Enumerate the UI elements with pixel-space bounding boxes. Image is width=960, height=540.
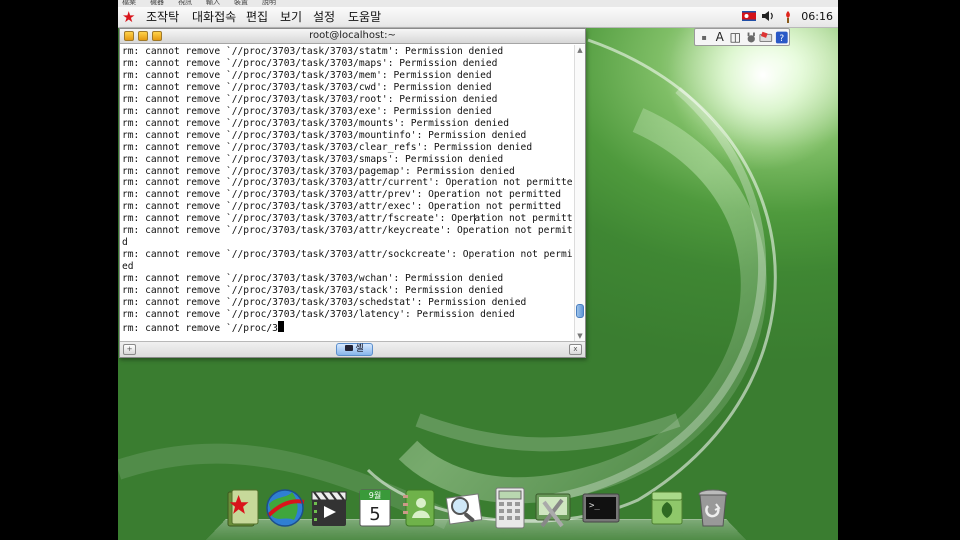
menu-console[interactable]: 조작탁 <box>146 9 179 25</box>
terminal-line: rm: cannot remove `//proc/3703/task/3703… <box>122 249 573 261</box>
terminal-line: rm: cannot remove `//proc/3703/task/3703… <box>122 154 573 166</box>
terminal-line: rm: cannot remove `//proc/3703/task/3703… <box>122 166 573 178</box>
terminal-line: rm: cannot remove `//proc/3703/task/3703… <box>122 273 573 285</box>
menu-session[interactable]: 대화접속 <box>192 9 236 25</box>
terminal-line: rm: cannot remove `//proc/3703/task/3703… <box>122 297 573 309</box>
host-menu-item[interactable]: 視訊 <box>178 0 192 7</box>
vertical-scrollbar[interactable]: ▲ ▼ <box>574 45 585 341</box>
package-manager-icon[interactable] <box>646 486 688 530</box>
host-menu-item[interactable]: 說明 <box>262 0 276 7</box>
terminal-icon[interactable]: >_ <box>580 486 622 530</box>
ime-letter-button[interactable]: A <box>713 30 728 45</box>
terminal-line: rm: cannot remove `//proc/3703/task/3703… <box>122 177 573 189</box>
toolbar-handle-icon[interactable]: ▪ <box>697 30 712 45</box>
host-menu-item[interactable]: 輸入 <box>206 0 220 7</box>
video-player-icon[interactable] <box>308 486 350 530</box>
clock[interactable]: 06:16 <box>801 10 833 24</box>
terminal-line: rm: cannot remove `//proc/3703/task/3703… <box>122 225 573 237</box>
image-viewer-icon[interactable] <box>442 486 484 530</box>
terminal-title-bar[interactable]: root@localhost:~ <box>120 29 585 44</box>
terminal-output[interactable]: rm: cannot remove `//proc/3703/task/3703… <box>122 46 573 340</box>
terminal-line: rm: cannot remove `//proc/3703/task/3703… <box>122 70 573 82</box>
terminal-line: rm: cannot remove `//proc/3703/task/3703… <box>122 285 573 297</box>
input-method-toolbar: ▪ A ◫ ? <box>694 28 790 46</box>
ime-punctuation-icon[interactable] <box>744 30 759 45</box>
terminal-line: rm: cannot remove `//proc/3703/task/3703… <box>122 106 573 118</box>
terminal-line: rm: cannot remove `//proc/3 <box>122 321 573 335</box>
calendar-icon[interactable]: 9월 5 <box>354 486 396 530</box>
terminal-line: rm: cannot remove `//proc/3703/task/3703… <box>122 46 573 58</box>
menu-view[interactable]: 보기 <box>280 9 302 25</box>
scroll-up-icon[interactable]: ▲ <box>575 45 585 55</box>
desktop: 檔案 機器 視訊 輸入 裝置 說明 ★ 조작탁 대화접속 편집 보기 설정 도움… <box>118 0 838 540</box>
svg-text:?: ? <box>779 34 784 44</box>
terminal-tab-icon <box>345 345 353 351</box>
calendar-month: 9월 <box>369 490 381 500</box>
new-tab-icon[interactable]: + <box>123 344 136 355</box>
red-star-menu-icon[interactable]: ★ <box>122 8 135 26</box>
terminal-window: root@localhost:~ rm: cannot remove `//pr… <box>119 28 586 358</box>
bookmarks-app-icon[interactable] <box>222 486 264 530</box>
ime-help-icon[interactable]: ? <box>775 30 790 45</box>
host-menu-strip: 檔案 機器 視訊 輸入 裝置 說明 <box>118 0 838 7</box>
address-book-icon[interactable] <box>398 486 440 530</box>
text-cursor <box>278 321 284 332</box>
browser-globe-icon[interactable] <box>264 486 306 530</box>
terminal-line: rm: cannot remove `//proc/3703/task/3703… <box>122 309 573 321</box>
terminal-line: d <box>122 237 573 249</box>
svg-text:>_: >_ <box>589 501 600 511</box>
system-settings-icon[interactable] <box>532 486 574 530</box>
terminal-line: rm: cannot remove `//proc/3703/task/3703… <box>122 189 573 201</box>
close-tab-icon[interactable]: x <box>569 344 582 355</box>
terminal-line: rm: cannot remove `//proc/3703/task/3703… <box>122 94 573 106</box>
flag-icon[interactable] <box>742 10 756 22</box>
window-title: root@localhost:~ <box>120 30 585 42</box>
terminal-line: rm: cannot remove `//proc/3703/task/3703… <box>122 130 573 142</box>
top-menu-bar: ★ 조작탁 대화접속 편집 보기 설정 도움말 06:16 <box>118 7 838 28</box>
volume-icon[interactable] <box>761 10 775 22</box>
menu-edit[interactable]: 편집 <box>246 9 268 25</box>
terminal-line: ed <box>122 261 573 273</box>
ime-keyboard-icon[interactable] <box>759 30 774 45</box>
host-menu-item[interactable]: 裝置 <box>234 0 248 7</box>
terminal-line: rm: cannot remove `//proc/3703/task/3703… <box>122 58 573 70</box>
scroll-down-icon[interactable]: ▼ <box>575 331 585 341</box>
terminal-text: rm: cannot remove `//proc/3703/task/3703… <box>122 46 573 335</box>
tab-shell[interactable]: 셸 <box>336 343 373 356</box>
calendar-day: 5 <box>369 504 380 525</box>
scrollbar-thumb[interactable] <box>576 304 584 318</box>
terminal-line: rm: cannot remove `//proc/3703/task/3703… <box>122 213 573 225</box>
ime-fullwidth-button[interactable]: ◫ <box>728 30 743 45</box>
tab-shell-label: 셸 <box>355 344 363 354</box>
menu-help[interactable]: 도움말 <box>348 9 381 25</box>
host-menu-item[interactable]: 機器 <box>150 0 164 7</box>
terminal-line: rm: cannot remove `//proc/3703/task/3703… <box>122 82 573 94</box>
torch-icon[interactable] <box>782 10 794 23</box>
menu-settings[interactable]: 설정 <box>313 9 335 25</box>
trash-icon[interactable] <box>692 486 734 530</box>
host-menu-item[interactable]: 檔案 <box>122 0 136 7</box>
mouse-ibeam-cursor <box>474 214 475 224</box>
terminal-tab-bar: + 셸 x <box>120 341 585 357</box>
terminal-line: rm: cannot remove `//proc/3703/task/3703… <box>122 142 573 154</box>
terminal-line: rm: cannot remove `//proc/3703/task/3703… <box>122 201 573 213</box>
calculator-icon[interactable] <box>488 486 530 530</box>
terminal-line: rm: cannot remove `//proc/3703/task/3703… <box>122 118 573 130</box>
